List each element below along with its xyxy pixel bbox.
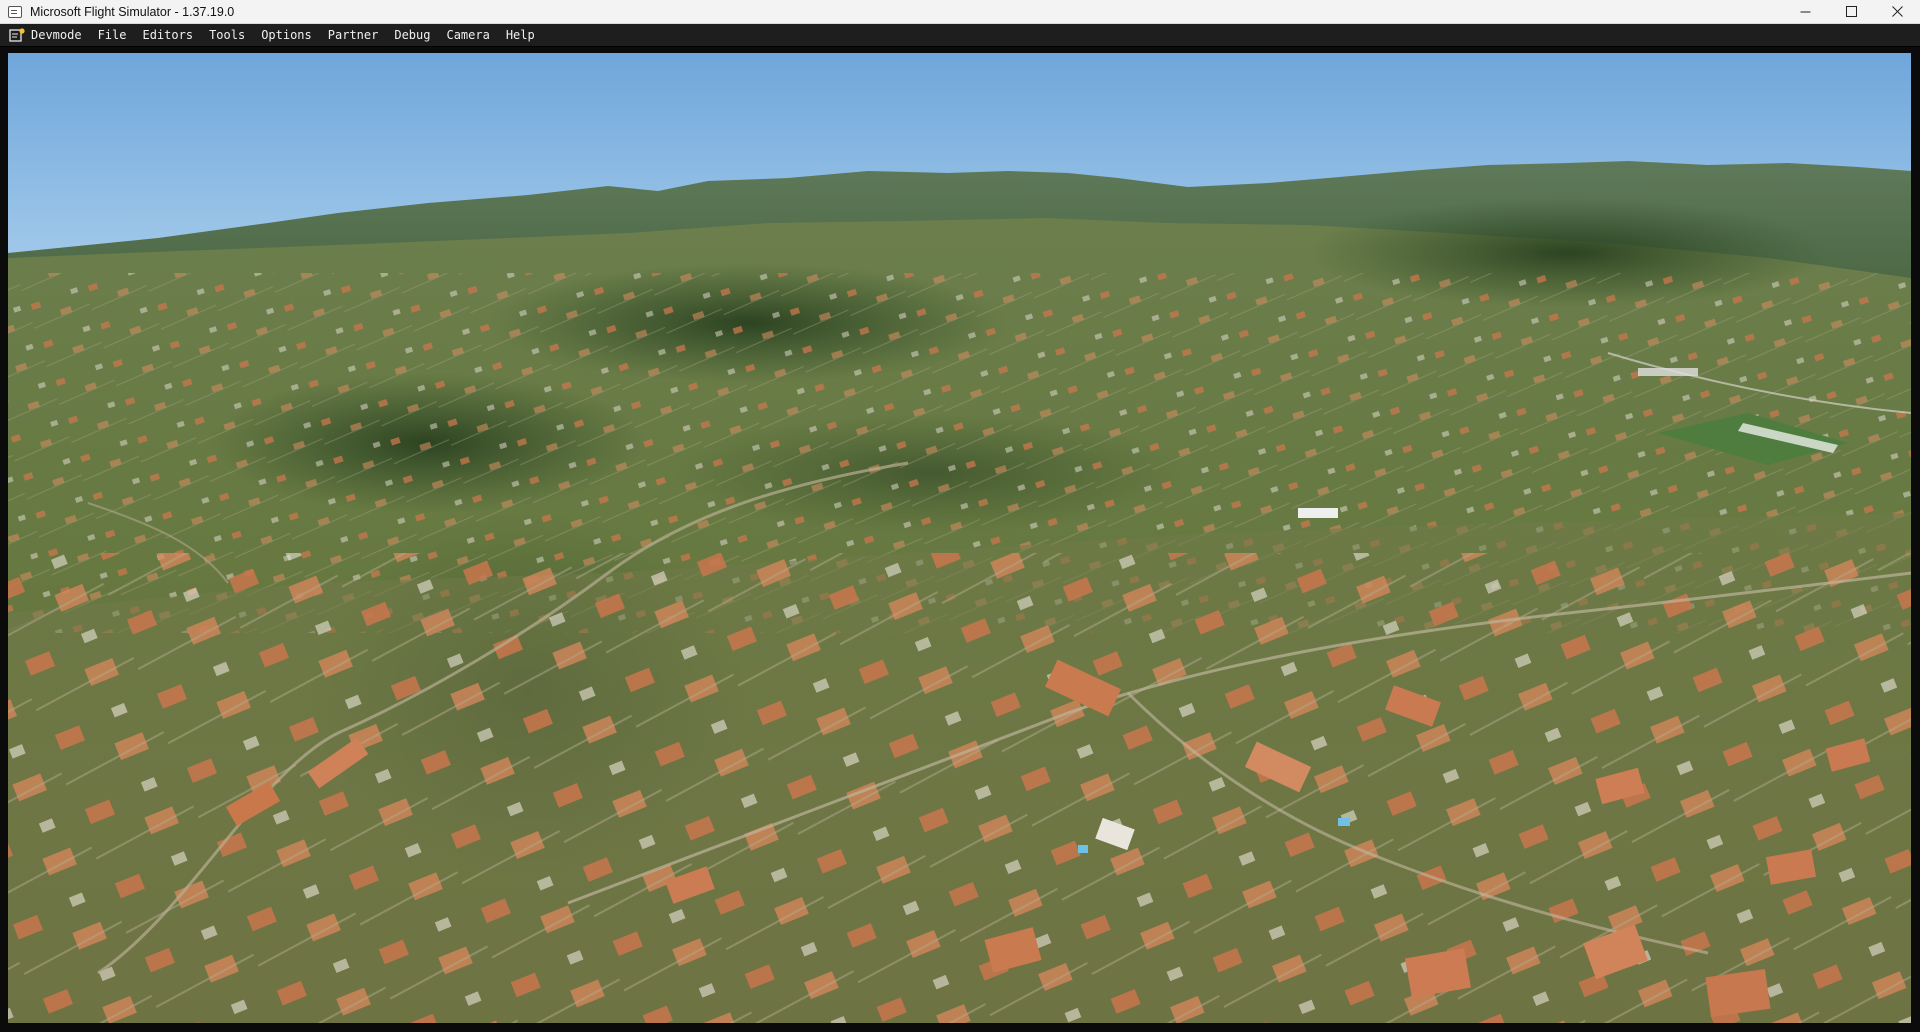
menu-help[interactable]: Help xyxy=(498,24,543,46)
devmode-menu-bar: Devmode File Editors Tools Options Partn… xyxy=(0,24,1920,47)
menu-devmode[interactable]: Devmode xyxy=(31,24,90,46)
maximize-button[interactable] xyxy=(1828,0,1874,23)
close-button[interactable] xyxy=(1874,0,1920,23)
menu-options[interactable]: Options xyxy=(253,24,320,46)
menu-partner[interactable]: Partner xyxy=(320,24,387,46)
minimize-button[interactable] xyxy=(1782,0,1828,23)
close-icon xyxy=(1891,6,1903,17)
menu-tools[interactable]: Tools xyxy=(201,24,253,46)
menu-debug[interactable]: Debug xyxy=(386,24,438,46)
terrain-scene xyxy=(8,161,1911,1023)
menu-camera[interactable]: Camera xyxy=(438,24,497,46)
menu-editors[interactable]: Editors xyxy=(134,24,201,46)
window-controls xyxy=(1782,0,1920,23)
maximize-icon xyxy=(1845,6,1857,17)
menu-file[interactable]: File xyxy=(90,24,135,46)
window-title: Microsoft Flight Simulator - 1.37.19.0 xyxy=(30,4,235,19)
app-window-icon xyxy=(8,5,22,18)
window-title-bar[interactable]: Microsoft Flight Simulator - 1.37.19.0 xyxy=(0,0,1920,24)
devmode-notepad-icon[interactable] xyxy=(9,28,25,42)
simulator-viewport[interactable] xyxy=(8,53,1911,1023)
minimize-icon xyxy=(1800,11,1810,13)
